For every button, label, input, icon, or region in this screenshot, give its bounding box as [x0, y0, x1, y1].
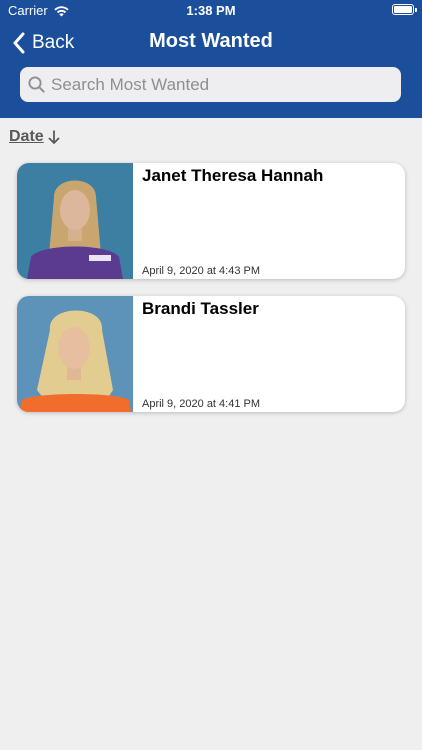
- wanted-name: Janet Theresa Hannah: [142, 166, 324, 185]
- search-bar[interactable]: [20, 67, 401, 102]
- status-time: 1:38 PM: [186, 3, 236, 18]
- battery-icon: [392, 4, 417, 15]
- nav-header: Carrier 1:38 PM Back Most Wanted: [0, 0, 422, 118]
- status-bar: Carrier 1:38 PM: [0, 0, 422, 22]
- page-title: Most Wanted: [149, 30, 273, 52]
- battery-level: [394, 6, 412, 13]
- wanted-name: Brandi Tassler: [142, 299, 259, 318]
- mugshot-image: [17, 296, 133, 412]
- wanted-date: April 9, 2020 at 4:43 PM: [142, 265, 261, 277]
- sort-label: Date: [9, 128, 44, 145]
- search-icon: [28, 76, 45, 93]
- wanted-date: April 9, 2020 at 4:41 PM: [142, 398, 261, 410]
- wanted-card[interactable]: Brandi Tassler April 9, 2020 at 4:41 PM: [17, 296, 405, 412]
- arrow-down-icon: [48, 130, 60, 145]
- search-input[interactable]: [51, 74, 381, 95]
- sort-by-date-button[interactable]: Date: [9, 128, 61, 146]
- wanted-card[interactable]: Janet Theresa Hannah April 9, 2020 at 4:…: [17, 163, 405, 279]
- mugshot-image: [17, 163, 133, 279]
